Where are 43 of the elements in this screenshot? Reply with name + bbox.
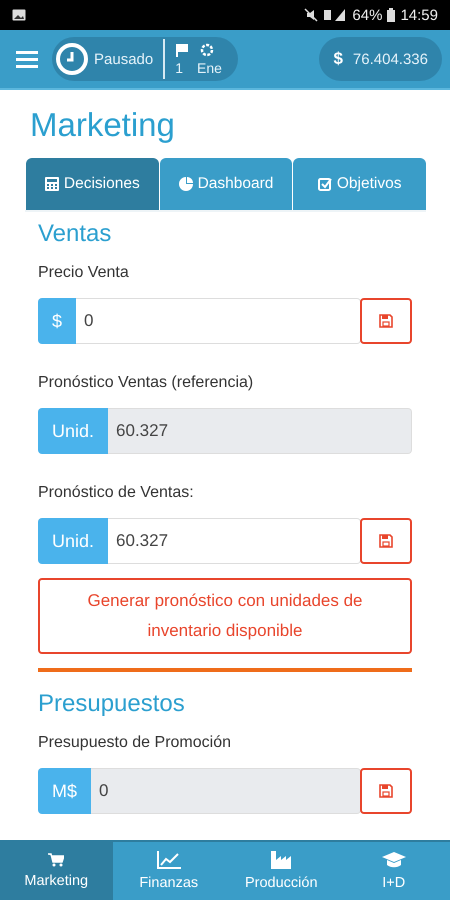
unit-addon: Unid. (38, 408, 108, 454)
section-heading: Ventas (38, 220, 112, 248)
calculator-icon (44, 177, 59, 191)
graduation-cap-icon (382, 851, 406, 869)
input-field[interactable]: 60.327 (108, 408, 412, 454)
save-button[interactable] (360, 768, 412, 814)
battery-icon (387, 8, 396, 22)
field-label: Presupuesto de Promoción (38, 734, 232, 752)
flag-icon (175, 43, 190, 57)
field-label: Precio Venta (38, 264, 130, 282)
input-field[interactable]: 0 (91, 768, 361, 814)
tab[interactable]: Decisiones (26, 158, 159, 210)
factory-icon (271, 851, 292, 869)
page-title: Marketing (30, 105, 176, 145)
currency-symbol: $ (333, 49, 343, 69)
unit-addon: Unid. (38, 518, 108, 564)
unit-addon: M$ (38, 768, 92, 814)
field-label: Pronóstico Ventas (referencia) (38, 374, 254, 392)
status-label: Pausado (94, 50, 154, 68)
input-field[interactable]: 60.327 (108, 518, 361, 564)
save-button[interactable] (360, 518, 412, 564)
period-month: Ene (197, 60, 222, 76)
pie-chart-icon (178, 177, 193, 191)
battery-percent: 64% (352, 6, 382, 24)
tab[interactable]: Objetivos (293, 158, 426, 210)
section-heading: Presupuestos (38, 690, 186, 718)
clock-icon (56, 43, 88, 75)
save-button[interactable] (360, 298, 412, 344)
unit-addon: $ (38, 298, 76, 344)
period-number: 1 (175, 60, 184, 76)
tab[interactable]: Dashboard (160, 158, 292, 210)
gear-icon (199, 42, 216, 58)
mute-icon (304, 8, 318, 22)
nav-item[interactable]: Marketing (0, 842, 112, 900)
generate-forecast-button[interactable]: Generar pronóstico con unidades de inventario disponible (38, 578, 412, 654)
gallery-icon (12, 9, 26, 21)
clock-time: 14:59 (400, 6, 438, 24)
checkbox-icon (318, 177, 332, 191)
field-label: Pronóstico de Ventas: (38, 484, 195, 502)
input-field[interactable]: 0 (76, 298, 361, 344)
balance-amount: 76.404.336 (352, 50, 428, 68)
cart-icon (48, 853, 64, 867)
line-chart-icon (156, 851, 181, 869)
